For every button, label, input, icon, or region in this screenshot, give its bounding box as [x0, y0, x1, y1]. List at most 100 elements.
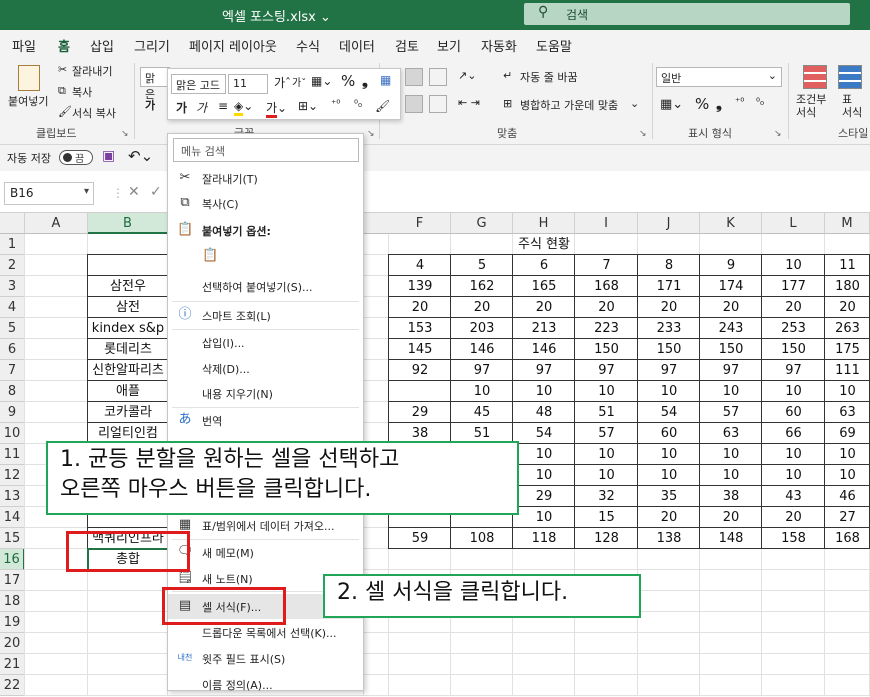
paste-icon[interactable] — [18, 65, 40, 91]
row-header-20[interactable]: 20 — [0, 633, 25, 654]
window-title[interactable]: 엑셀 포스팅.xlsx ⌄ — [222, 6, 331, 25]
font-color-icon[interactable]: 가⌄ — [266, 99, 287, 118]
row-header-7[interactable]: 7 — [0, 360, 25, 381]
tab-help[interactable]: 도움말 — [536, 36, 572, 55]
row-header-4[interactable]: 4 — [0, 297, 25, 318]
tab-view[interactable]: 보기 — [437, 36, 461, 55]
autosave-toggle[interactable]: 끔 — [59, 150, 93, 165]
mini-decrease-decimal-icon[interactable]: ⁰₀ — [354, 99, 362, 110]
menu-item-define-name[interactable]: 이름 정의(A)... — [168, 672, 363, 697]
mini-bold-button[interactable]: 가 — [176, 99, 187, 116]
mini-increase-decimal-icon[interactable]: ⁺⁰ — [331, 99, 340, 110]
number-format-combo[interactable]: 일반 ⌄ — [656, 67, 782, 87]
row-header-2[interactable]: 2 — [0, 255, 25, 276]
menu-item-translate[interactable]: あ 번역 — [168, 408, 363, 433]
column-header-h[interactable]: H — [513, 213, 575, 234]
merge-center-icon[interactable]: ⊞ — [503, 97, 512, 110]
cut-icon[interactable]: ✂ — [58, 63, 67, 76]
confirm-icon[interactable]: ✓ — [150, 184, 162, 200]
indent-icon[interactable]: ⇤ ⇥ — [458, 96, 480, 109]
merge-dropdown-icon[interactable]: ⌄ — [630, 97, 639, 110]
conditional-format-button[interactable]: 조건부 서식 — [796, 93, 826, 119]
border-icon[interactable]: ⊞⌄ — [298, 99, 318, 113]
tab-file[interactable]: 파일 — [12, 36, 36, 55]
cut-button[interactable]: 잘라내기 — [72, 63, 112, 79]
column-header-f[interactable]: F — [389, 213, 451, 234]
row-header-5[interactable]: 5 — [0, 318, 25, 339]
menu-item-get-data[interactable]: ▦ 표/범위에서 데이터 가져오... — [168, 513, 363, 538]
name-box[interactable]: B16 — [4, 182, 94, 205]
mini-font-combo[interactable]: 맑은 고드 — [171, 74, 226, 94]
conditional-format-icon[interactable] — [803, 65, 827, 89]
row-header-3[interactable]: 3 — [0, 276, 25, 297]
row-header-21[interactable]: 21 — [0, 654, 25, 675]
increase-font-icon[interactable]: 가ˆ — [274, 74, 291, 91]
menu-item-paste-button[interactable]: 📋 — [168, 244, 363, 269]
row-header-14[interactable]: 14 — [0, 507, 25, 528]
menu-item-copy[interactable]: ⧉ 복사(C) — [168, 191, 363, 216]
font-launcher-icon[interactable]: ↘ — [367, 129, 375, 139]
row-header-11[interactable]: 11 — [0, 444, 25, 465]
alignment-launcher-icon[interactable]: ↘ — [639, 129, 647, 139]
tab-draw[interactable]: 그리기 — [134, 36, 170, 55]
mini-italic-button[interactable]: 가 — [196, 99, 207, 116]
tab-page-layout[interactable]: 페이지 레이아웃 — [189, 36, 277, 55]
column-header-m[interactable]: M — [825, 213, 870, 234]
mini-accounting-icon[interactable]: ▦⌄ — [311, 74, 332, 88]
row-header-15[interactable]: 15 — [0, 528, 25, 549]
mini-comma-icon[interactable]: ❟ — [362, 72, 368, 90]
row-header-19[interactable]: 19 — [0, 612, 25, 633]
menu-item-new-comment[interactable]: 🗨 새 메모(M) — [168, 540, 363, 565]
column-header-b[interactable]: B — [88, 213, 168, 234]
copy-icon[interactable]: ⧉ — [58, 84, 66, 98]
accounting-format-icon[interactable]: ▦⌄ — [660, 97, 683, 112]
row-header-10[interactable]: 10 — [0, 423, 25, 444]
row-header-13[interactable]: 13 — [0, 486, 25, 507]
menu-item-insert[interactable]: 삽입(I)... — [168, 330, 363, 355]
select-all-corner[interactable] — [0, 213, 25, 234]
undo-icon[interactable]: ↶⌄ — [128, 147, 153, 165]
search-box[interactable]: ⚲ 검색 — [524, 3, 850, 25]
row-header-17[interactable]: 17 — [0, 570, 25, 591]
tab-review[interactable]: 검토 — [395, 36, 419, 55]
row-header-18[interactable]: 18 — [0, 591, 25, 612]
table-title[interactable]: 주식 현황 — [389, 234, 699, 255]
font-name-combo[interactable]: 맑은 — [140, 67, 170, 101]
row-header-8[interactable]: 8 — [0, 381, 25, 402]
row-header-16[interactable]: 16 — [0, 549, 25, 570]
column-header-g[interactable]: G — [451, 213, 513, 234]
table-format-button[interactable]: 표 서식 — [842, 93, 862, 119]
column-header-j[interactable]: J — [638, 213, 700, 234]
format-painter-button[interactable]: 서식 복사 — [72, 105, 116, 121]
percent-icon[interactable]: % — [695, 95, 709, 113]
menu-item-smart-lookup[interactable]: ⓘ 스마트 조회(L) — [168, 303, 363, 328]
row-header-1[interactable]: 1 — [0, 234, 25, 255]
bold-button[interactable]: 가 — [145, 97, 155, 113]
column-header-i[interactable]: I — [575, 213, 638, 234]
copy-button[interactable]: 복사 — [72, 84, 92, 100]
save-icon[interactable]: ▣ — [102, 148, 115, 164]
menu-item-phonetic-field[interactable]: 내천 윗주 필드 표시(S) — [168, 646, 363, 671]
column-header-l[interactable]: L — [762, 213, 825, 234]
menu-search-input[interactable]: 메뉴 검색 — [173, 138, 359, 162]
menu-item-clear-contents[interactable]: 내용 지우기(N) — [168, 381, 363, 406]
paste-button[interactable]: 붙여넣기 — [8, 93, 48, 109]
row-header-9[interactable]: 9 — [0, 402, 25, 423]
increase-decimal-icon[interactable]: ⁺⁰ — [735, 97, 744, 108]
table-format-icon[interactable] — [838, 65, 862, 89]
decrease-font-icon[interactable]: 가ˇ — [292, 74, 306, 89]
menu-item-delete[interactable]: 삭제(D)... — [168, 356, 363, 381]
comma-icon[interactable]: ❟ — [716, 95, 722, 113]
mini-size-combo[interactable]: 11 — [228, 74, 268, 94]
clipboard-launcher-icon[interactable]: ↘ — [121, 129, 129, 139]
tab-formulas[interactable]: 수식 — [296, 36, 320, 55]
menu-item-cut[interactable]: ✂ 잘라내기(T) — [168, 166, 363, 191]
tab-automate[interactable]: 자동화 — [481, 36, 517, 55]
tab-data[interactable]: 데이터 — [339, 36, 375, 55]
fill-color-icon[interactable]: ◈⌄ — [234, 99, 253, 116]
tab-insert[interactable]: 삽입 — [90, 36, 114, 55]
mini-align-icon[interactable]: ≡ — [218, 99, 228, 113]
align-right-icon[interactable] — [429, 95, 447, 113]
merge-center-button[interactable]: 병합하고 가운데 맞춤 — [520, 97, 618, 113]
menu-item-paste-special[interactable]: 선택하여 붙여넣기(S)... — [168, 274, 363, 299]
